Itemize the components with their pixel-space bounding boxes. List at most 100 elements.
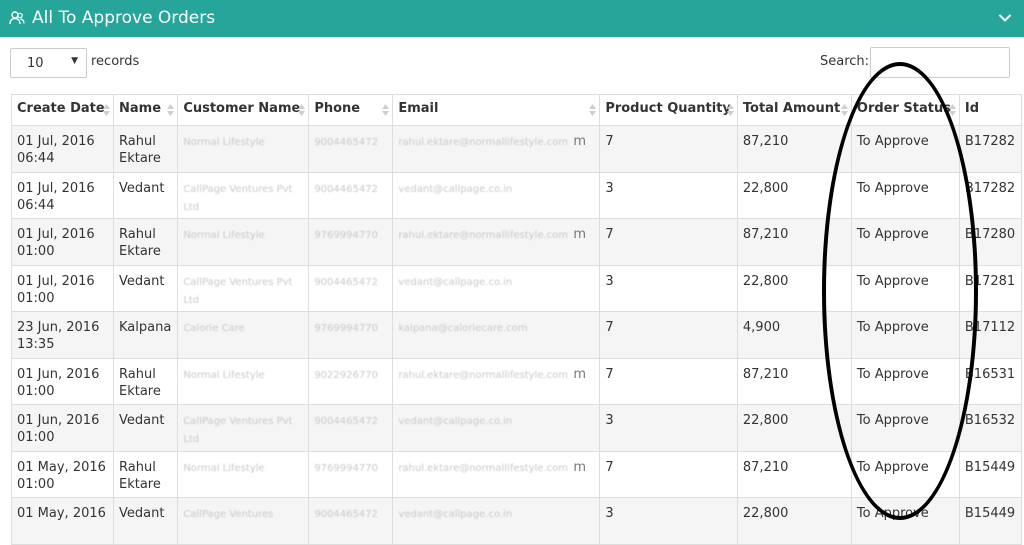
product-quantity: 7 xyxy=(605,320,614,335)
sort-icon[interactable] xyxy=(589,104,597,116)
phone-number: 9769994770 xyxy=(314,462,378,474)
cell-order-status: To Approve xyxy=(850,497,960,545)
sort-icon[interactable] xyxy=(167,104,175,116)
cell-email: rahul.ektare@normallifestyle.com m xyxy=(392,357,601,405)
order-name: Vedant xyxy=(119,413,165,428)
page-length-value: 10 xyxy=(27,56,44,71)
column-header-label: Name xyxy=(119,101,162,116)
create-date: 01 Jul, 2016 xyxy=(17,227,95,242)
order-name: Rahul Ektare xyxy=(119,227,161,259)
cell-id: B17112 xyxy=(958,311,1023,359)
table-row[interactable]: 01 Jun, 2016 01:00 Rahul Ektare Normal Life… xyxy=(11,357,1023,405)
email-suffix: m xyxy=(573,366,586,382)
cell-order-status: To Approve xyxy=(850,357,960,405)
cell-create-date: 01 Jul, 2016 06:44 xyxy=(11,125,114,173)
email-address: kalpana@caloriecare.com xyxy=(398,323,528,334)
cell-email: rahul.ektare@normallifestyle.com m xyxy=(392,125,601,173)
product-quantity: 7 xyxy=(605,459,614,475)
sort-icon[interactable] xyxy=(103,104,110,116)
create-date: 01 Jul, 2016 xyxy=(17,180,95,196)
order-name: Rahul Ektare xyxy=(119,134,161,166)
create-date: 23 Jun, 2016 xyxy=(17,320,100,335)
cell-order-status: To Approve xyxy=(850,218,960,266)
cell-create-date: 23 Jun, 2016 13:35 xyxy=(11,311,114,359)
cell-phone: 9769994770 xyxy=(308,450,394,498)
cell-email: vedant@callpage.co.in xyxy=(392,497,601,545)
cell-id: B17280 xyxy=(958,218,1023,266)
product-quantity: 3 xyxy=(605,180,614,196)
email-address: vedant@callpage.co.in xyxy=(398,416,513,427)
records-label: records xyxy=(91,54,140,69)
create-time: 01:00 xyxy=(17,244,55,259)
table-row[interactable]: 01 Jul, 2016 01:00 Rahul Ektare Normal Life… xyxy=(11,218,1023,266)
cell-product-quantity: 7 xyxy=(599,125,738,173)
order-status: To Approve xyxy=(856,366,929,382)
total-amount: 22,800 xyxy=(742,273,789,289)
panel-title: All To Approve Orders xyxy=(32,8,216,28)
cell-id: B17282 xyxy=(958,125,1023,173)
table-row[interactable]: 01 Jul, 2016 06:44 Vedant CallPage Ventures… xyxy=(11,171,1023,219)
cell-name: Vedant xyxy=(112,497,179,545)
cell-name: Rahul Ektare xyxy=(112,450,179,498)
order-status: To Approve xyxy=(856,413,929,428)
page-length-select[interactable]: 10 ▼ xyxy=(10,48,87,78)
order-id: B15449 xyxy=(964,459,1016,475)
column-header-email[interactable]: Email xyxy=(392,94,601,126)
cell-total-amount: 22,800 xyxy=(736,171,852,219)
cell-product-quantity: 3 xyxy=(599,171,738,219)
create-date: 01 May, 2016 xyxy=(17,459,106,475)
column-header-product-quantity[interactable]: Product Quantity xyxy=(599,94,738,126)
table-row[interactable]: 01 Jul, 2016 06:44 Rahul Ektare Normal Life… xyxy=(11,125,1023,173)
orders-table: Create Date Name Customer Name Phone Email Pr… xyxy=(11,94,1023,545)
email-address: vedant@callpage.co.in xyxy=(398,509,513,520)
cell-name: Rahul Ektare xyxy=(112,218,179,266)
customer-name: CallPage Ventures xyxy=(183,509,274,520)
customer-name: Normal Lifestyle xyxy=(183,230,265,241)
email-address: rahul.ektare@normallifestyle.com xyxy=(398,462,569,474)
column-header-create-date[interactable]: Create Date xyxy=(11,94,114,126)
table-row[interactable]: 01 May, 2016 Vedant CallPage Ventures 90044… xyxy=(11,497,1023,545)
column-header-id[interactable]: Id xyxy=(958,94,1023,126)
column-header-total-amount[interactable]: Total Amount xyxy=(736,94,852,126)
column-header-name[interactable]: Name xyxy=(112,94,179,126)
sort-icon[interactable] xyxy=(298,104,306,116)
chevron-down-icon[interactable] xyxy=(998,12,1012,24)
cell-customer-name: Normal Lifestyle xyxy=(177,357,310,405)
cell-product-quantity: 7 xyxy=(599,218,738,266)
cell-customer-name: Normal Lifestyle xyxy=(177,125,310,173)
column-header-label: Email xyxy=(398,101,439,116)
create-date: 01 Jun, 2016 xyxy=(17,366,100,382)
phone-number: 9769994770 xyxy=(314,230,378,241)
table-row[interactable]: 23 Jun, 2016 13:35 Kalpana Calorie Care 9769… xyxy=(11,311,1023,359)
column-header-label: Phone xyxy=(314,101,361,116)
cell-customer-name: CallPage Ventures xyxy=(177,497,310,545)
column-header-order-status[interactable]: Order Status xyxy=(850,94,960,126)
sort-icon[interactable] xyxy=(840,104,848,116)
cell-id: B16532 xyxy=(958,404,1023,452)
search-input[interactable] xyxy=(870,47,1010,78)
sort-icon[interactable] xyxy=(382,104,390,116)
cell-phone: 9004465472 xyxy=(308,497,394,545)
cell-create-date: 01 Jun, 2016 01:00 xyxy=(11,357,114,405)
table-row[interactable]: 01 Jul, 2016 01:00 Vedant CallPage Ventures… xyxy=(11,264,1023,312)
sort-icon[interactable] xyxy=(726,104,734,116)
column-header-customer-name[interactable]: Customer Name xyxy=(177,94,310,126)
column-header-phone[interactable]: Phone xyxy=(308,94,394,126)
table-row[interactable]: 01 Jun, 2016 01:00 Vedant CallPage Ventures… xyxy=(11,404,1023,452)
cell-product-quantity: 3 xyxy=(599,404,738,452)
phone-number: 9004465472 xyxy=(314,137,378,148)
sort-icon[interactable] xyxy=(948,104,956,116)
table-row[interactable]: 01 May, 2016 01:00 Rahul Ektare Normal Life… xyxy=(11,450,1023,498)
customer-name: Calorie Care xyxy=(183,323,245,334)
cell-id: B15449 xyxy=(958,497,1023,545)
create-date: 01 Jun, 2016 xyxy=(17,413,100,428)
phone-number: 9004465472 xyxy=(314,276,378,288)
cell-name: Vedant xyxy=(112,264,179,312)
order-name: Kalpana xyxy=(119,320,172,335)
total-amount: 22,800 xyxy=(742,413,789,428)
order-status: To Approve xyxy=(856,320,929,335)
cell-total-amount: 22,800 xyxy=(736,404,852,452)
cell-product-quantity: 7 xyxy=(599,357,738,405)
order-name: Vedant xyxy=(119,273,165,289)
cell-phone: 9769994770 xyxy=(308,218,394,266)
